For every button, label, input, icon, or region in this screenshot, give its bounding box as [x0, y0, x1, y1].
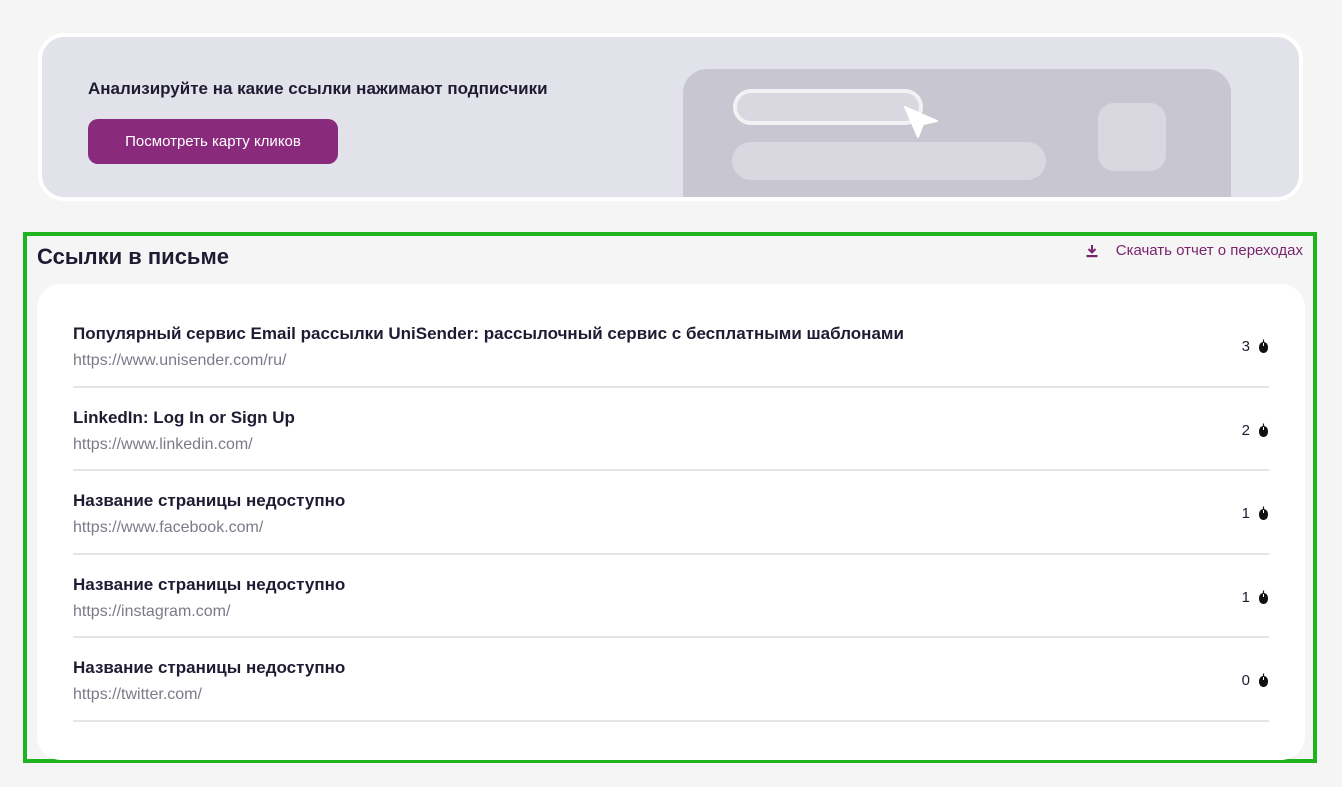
illustration-square — [1098, 103, 1166, 171]
link-url[interactable]: https://www.linkedin.com/ — [73, 436, 253, 454]
links-card: Популярный сервис Email рассылки UniSend… — [37, 284, 1305, 760]
link-title[interactable]: Название страницы недоступно — [73, 491, 345, 511]
mouse-icon — [1259, 673, 1268, 688]
click-map-promo-banner: Анализируйте на какие ссылки нажимают по… — [38, 33, 1303, 201]
link-url[interactable]: https://www.facebook.com/ — [73, 519, 263, 537]
click-count: 1 — [1242, 589, 1269, 606]
link-url[interactable]: https://instagram.com/ — [73, 603, 230, 621]
click-count-value: 0 — [1241, 672, 1250, 690]
cursor-icon — [904, 106, 938, 138]
list-item: Популярный сервис Email рассылки UniSend… — [73, 304, 1269, 388]
view-click-map-button[interactable]: Посмотреть карту кликов — [88, 119, 338, 164]
link-url[interactable]: https://twitter.com/ — [73, 686, 202, 704]
promo-illustration — [683, 69, 1231, 197]
illustration-link-bar — [732, 142, 1046, 180]
click-count: 3 — [1242, 338, 1269, 355]
mouse-icon — [1259, 423, 1268, 437]
download-icon — [1086, 244, 1098, 257]
click-count: 0 — [1242, 672, 1269, 689]
list-item: Название страницы недоступно https://twi… — [73, 638, 1269, 722]
click-count-value: 1 — [1241, 505, 1250, 523]
link-title[interactable]: Название страницы недоступно — [73, 658, 345, 678]
click-count-value: 1 — [1241, 588, 1250, 606]
click-count-value: 3 — [1241, 338, 1250, 355]
promo-heading: Анализируйте на какие ссылки нажимают по… — [88, 79, 548, 98]
click-count-value: 2 — [1241, 421, 1250, 439]
list-item: LinkedIn: Log In or Sign Up https://www.… — [73, 388, 1269, 472]
list-item: Название страницы недоступно https://ins… — [73, 555, 1269, 639]
link-title[interactable]: Популярный сервис Email рассылки UniSend… — [73, 324, 904, 344]
download-report-label: Скачать отчет о переходах — [1115, 242, 1303, 259]
link-url[interactable]: https://www.unisender.com/ru/ — [73, 352, 286, 370]
illustration-highlighted-link — [733, 89, 923, 125]
email-links-section: Ссылки в письме Скачать отчет о перехода… — [23, 232, 1317, 763]
section-title: Ссылки в письме — [37, 244, 229, 269]
click-count: 2 — [1242, 422, 1269, 439]
mouse-icon — [1259, 506, 1268, 521]
link-title[interactable]: LinkedIn: Log In or Sign Up — [73, 408, 295, 428]
link-title[interactable]: Название страницы недоступно — [73, 575, 345, 595]
download-report-link[interactable]: Скачать отчет о переходах — [1086, 242, 1303, 259]
click-count: 1 — [1242, 505, 1269, 522]
list-item: Название страницы недоступно https://www… — [73, 471, 1269, 555]
mouse-icon — [1259, 590, 1268, 604]
links-list: Популярный сервис Email рассылки UniSend… — [73, 304, 1269, 722]
mouse-icon — [1259, 339, 1268, 353]
